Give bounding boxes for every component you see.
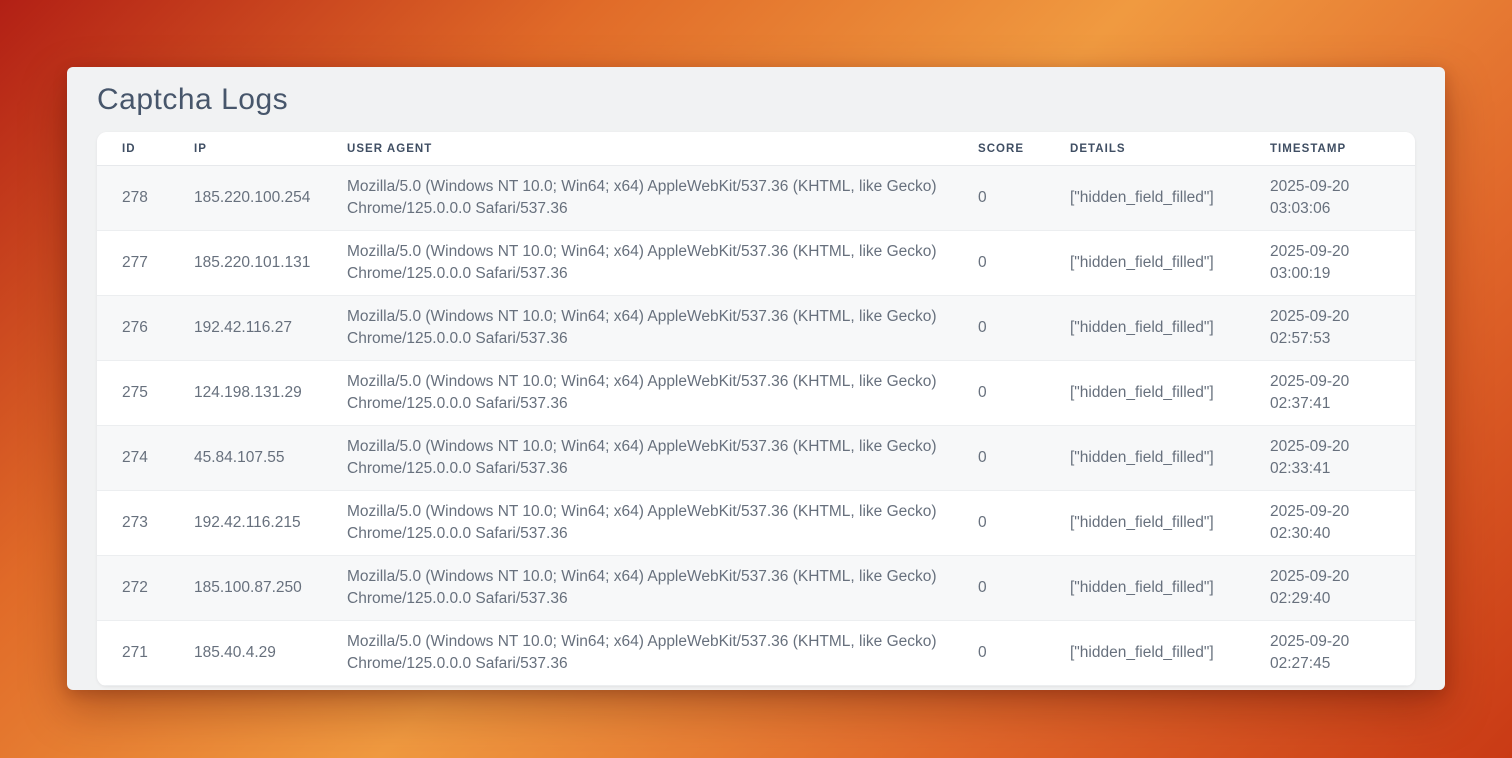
cell-ip: 185.220.101.131 [182, 231, 335, 296]
cell-ip: 124.198.131.29 [182, 361, 335, 426]
column-header-details: DETAILS [1058, 132, 1258, 166]
table-row: 275 124.198.131.29 Mozilla/5.0 (Windows … [97, 361, 1415, 426]
cell-ip: 185.40.4.29 [182, 621, 335, 686]
column-header-timestamp: TIMESTAMP [1258, 132, 1415, 166]
cell-ip: 185.100.87.250 [182, 556, 335, 621]
cell-user-agent: Mozilla/5.0 (Windows NT 10.0; Win64; x64… [335, 426, 966, 491]
table-header-row: ID IP USER AGENT SCORE DETAILS TIMESTAMP [97, 132, 1415, 166]
cell-details: ["hidden_field_filled"] [1058, 166, 1258, 231]
cell-details: ["hidden_field_filled"] [1058, 491, 1258, 556]
cell-score: 0 [966, 556, 1058, 621]
cell-details: ["hidden_field_filled"] [1058, 361, 1258, 426]
captcha-logs-card: Captcha Logs ID IP USER AGENT SCORE DETA… [67, 67, 1445, 690]
cell-user-agent: Mozilla/5.0 (Windows NT 10.0; Win64; x64… [335, 556, 966, 621]
table-row: 276 192.42.116.27 Mozilla/5.0 (Windows N… [97, 296, 1415, 361]
page-title: Captcha Logs [97, 82, 1415, 118]
cell-timestamp: 2025-09-20 02:30:40 [1258, 491, 1415, 556]
cell-score: 0 [966, 361, 1058, 426]
cell-timestamp: 2025-09-20 03:00:19 [1258, 231, 1415, 296]
cell-user-agent: Mozilla/5.0 (Windows NT 10.0; Win64; x64… [335, 166, 966, 231]
cell-score: 0 [966, 491, 1058, 556]
cell-user-agent: Mozilla/5.0 (Windows NT 10.0; Win64; x64… [335, 231, 966, 296]
cell-score: 0 [966, 426, 1058, 491]
cell-timestamp: 2025-09-20 02:27:45 [1258, 621, 1415, 686]
cell-ip: 45.84.107.55 [182, 426, 335, 491]
column-header-score: SCORE [966, 132, 1058, 166]
cell-id: 278 [97, 166, 182, 231]
cell-ip: 192.42.116.215 [182, 491, 335, 556]
cell-timestamp: 2025-09-20 03:03:06 [1258, 166, 1415, 231]
cell-details: ["hidden_field_filled"] [1058, 621, 1258, 686]
cell-score: 0 [966, 166, 1058, 231]
cell-id: 273 [97, 491, 182, 556]
cell-id: 275 [97, 361, 182, 426]
captcha-logs-table: ID IP USER AGENT SCORE DETAILS TIMESTAMP… [97, 132, 1415, 686]
cell-user-agent: Mozilla/5.0 (Windows NT 10.0; Win64; x64… [335, 361, 966, 426]
table-row: 278 185.220.100.254 Mozilla/5.0 (Windows… [97, 166, 1415, 231]
cell-details: ["hidden_field_filled"] [1058, 556, 1258, 621]
cell-user-agent: Mozilla/5.0 (Windows NT 10.0; Win64; x64… [335, 491, 966, 556]
cell-timestamp: 2025-09-20 02:37:41 [1258, 361, 1415, 426]
cell-user-agent: Mozilla/5.0 (Windows NT 10.0; Win64; x64… [335, 621, 966, 686]
cell-id: 271 [97, 621, 182, 686]
cell-score: 0 [966, 231, 1058, 296]
cell-ip: 192.42.116.27 [182, 296, 335, 361]
table-row: 277 185.220.101.131 Mozilla/5.0 (Windows… [97, 231, 1415, 296]
table-row: 271 185.40.4.29 Mozilla/5.0 (Windows NT … [97, 621, 1415, 686]
cell-ip: 185.220.100.254 [182, 166, 335, 231]
cell-id: 274 [97, 426, 182, 491]
cell-timestamp: 2025-09-20 02:33:41 [1258, 426, 1415, 491]
cell-id: 276 [97, 296, 182, 361]
column-header-user-agent: USER AGENT [335, 132, 966, 166]
cell-details: ["hidden_field_filled"] [1058, 426, 1258, 491]
cell-timestamp: 2025-09-20 02:29:40 [1258, 556, 1415, 621]
cell-details: ["hidden_field_filled"] [1058, 296, 1258, 361]
table-row: 273 192.42.116.215 Mozilla/5.0 (Windows … [97, 491, 1415, 556]
cell-user-agent: Mozilla/5.0 (Windows NT 10.0; Win64; x64… [335, 296, 966, 361]
cell-id: 272 [97, 556, 182, 621]
cell-details: ["hidden_field_filled"] [1058, 231, 1258, 296]
column-header-id: ID [97, 132, 182, 166]
table-body: 278 185.220.100.254 Mozilla/5.0 (Windows… [97, 166, 1415, 686]
cell-score: 0 [966, 621, 1058, 686]
column-header-ip: IP [182, 132, 335, 166]
cell-id: 277 [97, 231, 182, 296]
table-row: 274 45.84.107.55 Mozilla/5.0 (Windows NT… [97, 426, 1415, 491]
cell-score: 0 [966, 296, 1058, 361]
table-row: 272 185.100.87.250 Mozilla/5.0 (Windows … [97, 556, 1415, 621]
cell-timestamp: 2025-09-20 02:57:53 [1258, 296, 1415, 361]
captcha-logs-table-container: ID IP USER AGENT SCORE DETAILS TIMESTAMP… [97, 132, 1415, 686]
